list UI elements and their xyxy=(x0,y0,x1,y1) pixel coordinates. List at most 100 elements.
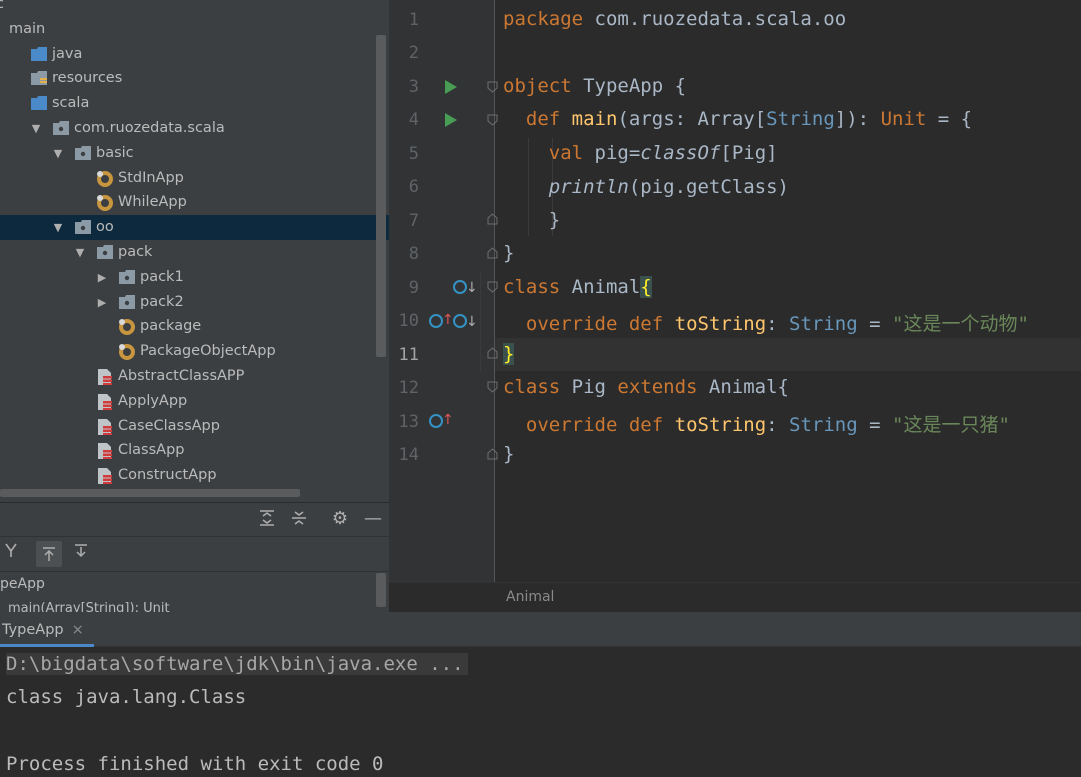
tree-item[interactable]: package xyxy=(0,314,389,339)
expand-arrow-icon[interactable]: ▼ xyxy=(74,240,86,265)
console-command-line[interactable]: D:\bigdata\software\jdk\bin\java.exe ... xyxy=(6,653,468,675)
tree-item[interactable]: ConstructApp xyxy=(0,463,389,488)
code-line-3[interactable]: object TypeApp { xyxy=(503,75,686,97)
fold-icon[interactable] xyxy=(487,281,498,293)
close-icon[interactable]: × xyxy=(72,622,84,638)
scroll-from-source-icon[interactable] xyxy=(36,541,62,567)
line-number: 6 xyxy=(408,177,419,197)
fold-icon[interactable] xyxy=(487,247,498,259)
line-number: 7 xyxy=(408,211,419,231)
code-line-14[interactable]: } xyxy=(503,443,514,465)
expand-arrow-icon[interactable]: ▼ xyxy=(30,116,42,141)
tree-item-label: PackageObjectApp xyxy=(140,343,276,360)
fold-icon[interactable] xyxy=(487,81,498,93)
tree-item-label: basic xyxy=(96,144,134,161)
tree-item[interactable]: resources xyxy=(0,66,389,91)
collapsed-arrow-icon[interactable]: ▶ xyxy=(96,290,108,315)
package-folder-icon xyxy=(96,244,113,261)
overrides-arrow-icon: ↑ xyxy=(442,312,454,328)
tree-item-label: com.ruozedata.scala xyxy=(74,120,225,136)
sort-icon[interactable] xyxy=(0,542,22,564)
editor-gutter[interactable]: 1 2 3 4 5 6 7 8 9 10 11 12 13 14 xyxy=(389,0,494,582)
code-line-7[interactable]: } xyxy=(503,209,560,231)
run-icon[interactable] xyxy=(445,113,457,127)
tree-item[interactable]: WhileApp xyxy=(0,190,389,215)
tree-scrollbar-horizontal[interactable] xyxy=(0,489,300,497)
source-folder-icon xyxy=(30,46,47,63)
tree-item[interactable]: ClassApp xyxy=(0,438,389,463)
tree-item-label: CaseClassApp xyxy=(118,417,220,434)
package-folder-icon xyxy=(74,219,91,236)
fold-icon[interactable] xyxy=(487,213,498,225)
tree-item-label: c xyxy=(0,0,4,17)
fold-icon[interactable] xyxy=(487,381,498,393)
code-line-1[interactable]: package com.ruozedata.scala.oo xyxy=(503,8,846,30)
tree-item[interactable]: ▼ basic xyxy=(0,141,389,166)
tree-scrollbar-vertical[interactable] xyxy=(376,35,386,357)
expand-all-icon[interactable] xyxy=(256,509,278,531)
package-folder-icon xyxy=(74,145,91,162)
tree-item[interactable]: AbstractClassAPP xyxy=(0,364,389,389)
settings-icon[interactable]: ⚙ xyxy=(329,508,351,530)
run-tab-typeapp[interactable]: TypeApp × xyxy=(0,616,94,647)
tree-item[interactable]: main xyxy=(0,17,389,42)
tree-item[interactable]: ▶ pack1 xyxy=(0,265,389,290)
tree-item[interactable]: ▼ pack xyxy=(0,240,389,265)
tree-item-label: resources xyxy=(52,70,123,87)
tree-item-label: ClassApp xyxy=(118,442,185,459)
run-icon[interactable] xyxy=(445,80,457,94)
collapsed-arrow-icon[interactable]: ▶ xyxy=(96,265,108,290)
implemented-icon[interactable] xyxy=(453,280,467,294)
expand-arrow-icon[interactable]: ▼ xyxy=(52,141,64,166)
hide-icon[interactable]: — xyxy=(362,508,384,530)
scala-file-icon xyxy=(96,418,113,435)
tree-item[interactable]: ApplyApp xyxy=(0,389,389,414)
package-folder-icon xyxy=(52,120,69,137)
scroll-to-source-icon[interactable] xyxy=(70,543,92,565)
collapse-all-icon[interactable] xyxy=(288,509,310,531)
package-folder-icon xyxy=(118,294,135,311)
tree-item[interactable]: CaseClassApp xyxy=(0,414,389,439)
tree-item[interactable]: java xyxy=(0,42,389,67)
fold-icon[interactable] xyxy=(487,448,498,460)
breadcrumb[interactable]: Animal xyxy=(506,589,554,605)
structure-scrollbar[interactable] xyxy=(376,573,386,607)
code-line-9[interactable]: class Animal{ xyxy=(503,276,652,298)
project-tree-panel[interactable]: cmain java resources scala ▼ com.ruozedata.sc… xyxy=(0,0,389,502)
implemented-arrow-icon: ↓ xyxy=(466,314,478,330)
tree-item[interactable]: PackageObjectApp xyxy=(0,339,389,364)
tree-item[interactable]: c xyxy=(0,0,389,17)
structure-root[interactable]: peApp xyxy=(0,576,45,592)
tree-item[interactable]: ▶ pack2 xyxy=(0,290,389,315)
code-line-5[interactable]: val pig=classOf[Pig] xyxy=(503,142,778,164)
tree-item[interactable]: scala xyxy=(0,91,389,116)
run-console[interactable]: D:\bigdata\software\jdk\bin\java.exe ...… xyxy=(0,647,1081,777)
code-line-12[interactable]: class Pig extends Animal{ xyxy=(503,376,789,398)
overrides-icon[interactable] xyxy=(429,314,443,328)
code-line-10[interactable]: override def toString: String = "这是一个动物" xyxy=(503,309,1029,336)
fold-icon[interactable] xyxy=(487,347,498,359)
tree-item[interactable]: ▼ oo xyxy=(0,215,389,241)
scala-object-icon xyxy=(118,343,135,361)
tree-item[interactable]: ▼ com.ruozedata.scala xyxy=(0,116,389,141)
code-line-13[interactable]: override def toString: String = "这是一只猪" xyxy=(503,410,1010,437)
tree-item-label: package xyxy=(140,318,202,335)
line-number: 9 xyxy=(408,278,419,298)
overrides-icon[interactable] xyxy=(429,414,443,428)
line-number: 4 xyxy=(408,110,419,130)
tree-item[interactable]: StdInApp xyxy=(0,166,389,191)
run-tab-bar: TypeApp × xyxy=(0,612,1081,647)
line-number: 11 xyxy=(398,345,419,365)
implemented-icon[interactable] xyxy=(453,314,467,328)
tree-item-label: scala xyxy=(52,95,90,112)
code-line-4[interactable]: def main(args: Array[String]): Unit = { xyxy=(503,108,972,130)
expand-arrow-icon[interactable]: ▼ xyxy=(52,215,64,240)
code-editor[interactable]: 1 2 3 4 5 6 7 8 9 10 11 12 13 14 ↓ ↑ ↓ ↑ package com.… xyxy=(389,0,1081,612)
fold-icon[interactable] xyxy=(487,114,498,126)
structure-panel: ⚙ — peApp main(Array[String]): Unit xyxy=(0,502,389,613)
line-number: 1 xyxy=(408,10,419,30)
code-line-8[interactable]: } xyxy=(503,242,514,264)
code-line-6[interactable]: println(pig.getClass) xyxy=(503,176,789,198)
tree-item-label: pack xyxy=(118,244,153,260)
code-line-11[interactable]: } xyxy=(503,343,515,365)
